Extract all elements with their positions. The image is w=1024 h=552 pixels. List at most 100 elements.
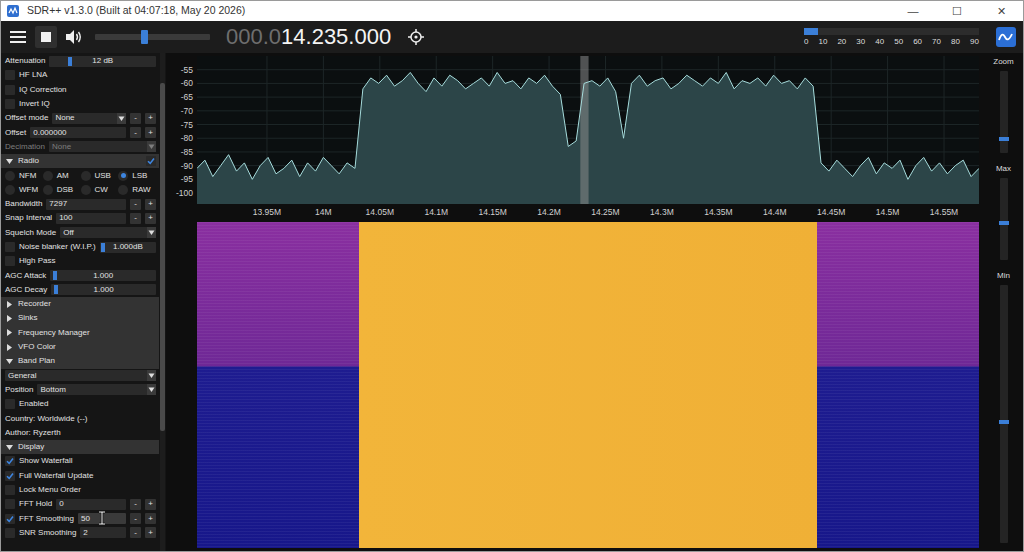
increment-button[interactable]: +	[145, 213, 156, 224]
checkbox[interactable]	[146, 156, 156, 166]
slider[interactable]: 1.000	[51, 284, 156, 295]
sidebar-item[interactable]: FFT Smoothing50-+	[5, 512, 156, 526]
sidebar-item[interactable]: Full Waterfall Update	[5, 469, 156, 483]
radio-option[interactable]: CW	[81, 183, 119, 197]
slider-knob[interactable]	[54, 285, 58, 294]
vertical-slider-knob[interactable]	[999, 420, 1009, 424]
sidebar-item[interactable]: FFT Hold0-+	[5, 497, 156, 511]
number-input[interactable]: 7297	[46, 199, 126, 210]
sidebar-item[interactable]: Noise blanker (W.I.P.)1.000dB	[5, 240, 156, 254]
fft-canvas[interactable]	[197, 56, 979, 204]
radio-button[interactable]	[5, 185, 15, 195]
slider-knob[interactable]	[53, 271, 57, 280]
window-control-button[interactable]: —	[891, 1, 935, 21]
sidebar-item[interactable]: Offset0.000000-+	[5, 125, 156, 139]
sidebar-item[interactable]: Attenuation12 dB	[5, 54, 156, 68]
sidebar-item[interactable]: Author: Ryzerth	[5, 426, 156, 440]
sidebar-item[interactable]: IQ Correction	[5, 83, 156, 97]
collapse-toggle[interactable]	[5, 157, 14, 166]
waterfall[interactable]	[197, 222, 979, 548]
sidebar-item[interactable]: Country: Worldwide (--)	[5, 411, 156, 425]
checkbox[interactable]	[5, 399, 15, 409]
sidebar-item[interactable]: Display	[1, 440, 159, 454]
sidebar-item[interactable]: Squelch ModeOff	[5, 226, 156, 240]
checkbox[interactable]	[5, 70, 15, 80]
mute-button[interactable]	[63, 26, 85, 48]
slider[interactable]: 1.000	[50, 270, 156, 281]
slider-knob[interactable]	[101, 243, 105, 252]
dropdown-arrow[interactable]	[147, 141, 156, 152]
frequency-display[interactable]: 000.014.235.000	[226, 24, 391, 50]
increment-button[interactable]: +	[145, 127, 156, 138]
sidebar-scrollbar[interactable]	[160, 53, 165, 551]
radio-button[interactable]	[118, 171, 128, 181]
collapse-toggle[interactable]	[5, 328, 14, 337]
sidebar-item[interactable]: DecimationNone	[5, 140, 156, 154]
checkbox[interactable]	[5, 499, 15, 509]
center-tuning-button[interactable]	[405, 26, 427, 48]
sidebar-item[interactable]: Snap Interval100-+	[5, 211, 156, 225]
menu-button[interactable]	[7, 26, 29, 48]
window-control-button[interactable]: ✕	[979, 1, 1023, 21]
radio-option[interactable]: RAW	[118, 183, 156, 197]
frequency-digits[interactable]: 14.235.000	[281, 24, 391, 49]
vertical-slider[interactable]	[1000, 71, 1008, 153]
dropdown[interactable]: Off	[60, 227, 156, 238]
sidebar-item[interactable]: Radio	[1, 154, 159, 168]
sidebar-item[interactable]: Band Plan	[1, 354, 159, 368]
dropdown-arrow[interactable]	[117, 113, 126, 124]
volume-knob[interactable]	[141, 30, 148, 44]
increment-button[interactable]: +	[145, 113, 156, 124]
radio-option[interactable]: LSB	[118, 168, 156, 182]
frequency-digits[interactable]: 000.0	[226, 24, 281, 49]
dropdown[interactable]: Bottom	[37, 384, 156, 395]
slider-knob[interactable]	[68, 57, 72, 66]
decrement-button[interactable]: -	[130, 513, 141, 524]
sidebar-item[interactable]: General	[5, 369, 156, 383]
number-input[interactable]: 100	[56, 213, 126, 224]
sidebar-item[interactable]: AGC Decay1.000	[5, 283, 156, 297]
play-stop-button[interactable]	[35, 26, 57, 48]
radio-button[interactable]	[43, 171, 53, 181]
radio-option[interactable]: NFM	[5, 168, 43, 182]
vertical-slider-knob[interactable]	[999, 221, 1009, 225]
sidebar-item[interactable]: Invert IQ	[5, 97, 156, 111]
sidebar-item[interactable]: Sinks	[1, 311, 159, 325]
dropdown[interactable]: None	[52, 113, 126, 124]
checkbox[interactable]	[5, 99, 15, 109]
radio-option[interactable]: WFM	[5, 183, 43, 197]
decrement-button[interactable]: -	[130, 499, 141, 510]
sidebar-item[interactable]: AGC Attack1.000	[5, 268, 156, 282]
increment-button[interactable]: +	[145, 513, 156, 524]
radio-button[interactable]	[118, 185, 128, 195]
sidebar-item[interactable]: Show Waterfall	[5, 454, 156, 468]
checkbox[interactable]	[5, 85, 15, 95]
collapse-toggle[interactable]	[5, 343, 14, 352]
sidebar-item[interactable]: PositionBottom	[5, 383, 156, 397]
radio-option[interactable]: DSB	[43, 183, 81, 197]
sidebar-item[interactable]: VFO Color	[1, 340, 159, 354]
decrement-button[interactable]: -	[130, 213, 141, 224]
increment-button[interactable]: +	[145, 499, 156, 510]
sidebar-item[interactable]: HF LNA	[5, 68, 156, 82]
checkbox[interactable]	[5, 242, 15, 252]
checkbox[interactable]	[5, 514, 15, 524]
dropdown[interactable]: General	[5, 370, 156, 381]
increment-button[interactable]: +	[145, 199, 156, 210]
sidebar-item[interactable]: Bandwidth7297-+	[5, 197, 156, 211]
number-input[interactable]: 50	[78, 513, 126, 524]
slider[interactable]: 12 dB	[49, 56, 156, 67]
radio-button[interactable]	[81, 185, 91, 195]
radio-button[interactable]	[5, 171, 15, 181]
window-control-button[interactable]: ☐	[935, 1, 979, 21]
number-input[interactable]: 0	[56, 499, 126, 510]
decrement-button[interactable]: -	[130, 199, 141, 210]
radio-option[interactable]: USB	[81, 168, 119, 182]
sidebar-item[interactable]: High Pass	[5, 254, 156, 268]
sidebar-item[interactable]: Frequency Manager	[1, 326, 159, 340]
number-input[interactable]: 2	[80, 527, 126, 538]
checkbox[interactable]	[5, 485, 15, 495]
decrement-button[interactable]: -	[130, 527, 141, 538]
collapse-toggle[interactable]	[5, 443, 14, 452]
sidebar-item[interactable]: Enabled	[5, 397, 156, 411]
